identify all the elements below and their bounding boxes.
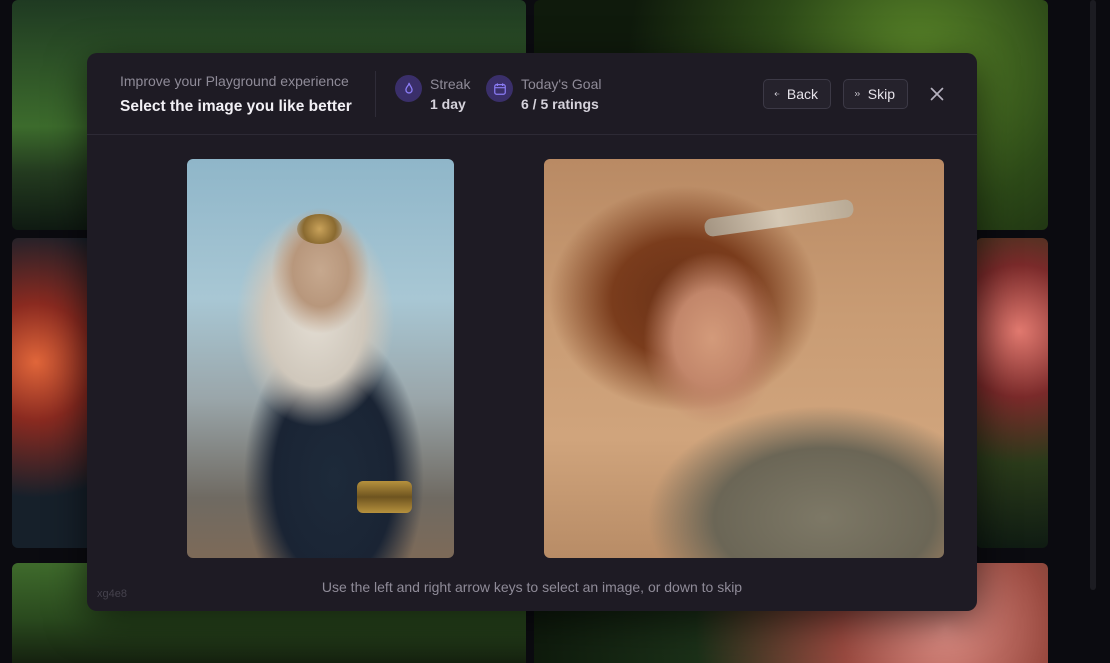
right-image-option[interactable] xyxy=(544,159,944,558)
header-divider xyxy=(375,71,376,117)
arrow-left-icon xyxy=(774,92,780,96)
streak-label: Streak xyxy=(430,76,471,92)
left-image-option[interactable] xyxy=(187,159,454,558)
modal-subtitle: Improve your Playground experience xyxy=(120,73,349,89)
page-scrollbar[interactable] xyxy=(1090,0,1096,590)
streak-stat: Streak 1 day xyxy=(395,75,470,114)
streak-value: 1 day xyxy=(430,96,466,112)
rating-modal: Improve your Playground experience Selec… xyxy=(87,53,977,611)
double-chevron-right-icon xyxy=(854,91,860,97)
modal-header: Improve your Playground experience Selec… xyxy=(87,53,977,135)
modal-title: Select the image you like better xyxy=(120,98,352,115)
background-image[interactable] xyxy=(976,238,1048,548)
calendar-icon xyxy=(486,75,513,102)
page-root: Improve your Playground experience Selec… xyxy=(0,0,1110,663)
back-button-label: Back xyxy=(786,86,818,102)
armband-detail xyxy=(357,481,412,513)
headband-detail xyxy=(703,198,855,238)
background-image[interactable] xyxy=(12,238,92,548)
goal-value: 6 / 5 ratings xyxy=(521,96,599,112)
skip-button[interactable]: Skip xyxy=(843,79,908,109)
goal-stat: Today's Goal 6 / 5 ratings xyxy=(486,75,602,114)
headpiece-detail xyxy=(297,214,342,244)
keyboard-hint: Use the left and right arrow keys to sel… xyxy=(321,579,743,595)
goal-label: Today's Goal xyxy=(521,76,602,92)
flame-icon xyxy=(395,75,422,102)
back-button[interactable]: Back xyxy=(763,79,831,109)
close-icon[interactable] xyxy=(927,84,947,104)
skip-button-label: Skip xyxy=(867,86,895,102)
session-code: xg4e8 xyxy=(97,588,127,600)
